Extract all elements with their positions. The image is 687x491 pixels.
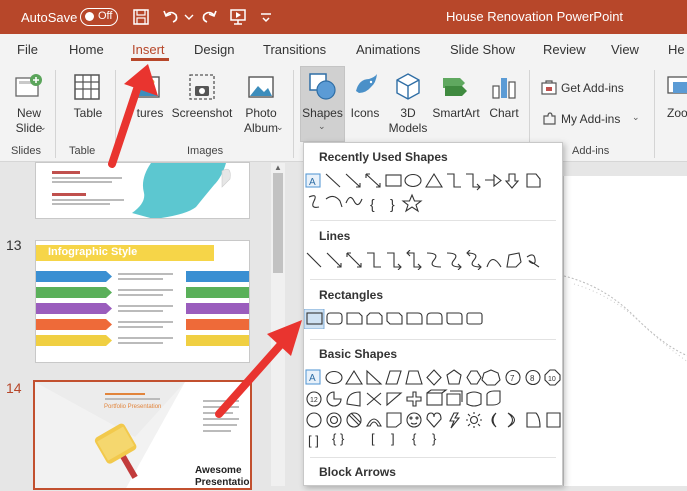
- toggle-knob: [85, 12, 94, 21]
- slide-thumbnail-content: [52, 163, 231, 218]
- group-slides-label: Slides: [11, 145, 41, 157]
- document-title: House Renovation PowerPoint: [446, 9, 624, 24]
- slide-number: 13: [6, 237, 22, 253]
- divider: [310, 457, 556, 458]
- divider: [310, 279, 556, 280]
- tab-design[interactable]: Design: [194, 42, 234, 57]
- redo-icon[interactable]: [199, 7, 219, 27]
- slide-caption: Awesome Presentation: [195, 465, 252, 488]
- section-recently-used: Recently Used Shapes: [319, 150, 448, 164]
- tab-file[interactable]: File: [17, 42, 38, 57]
- 3d-models-button[interactable]: 3D Models: [386, 106, 430, 136]
- tab-home[interactable]: Home: [69, 42, 104, 57]
- undo-icon[interactable]: [161, 7, 181, 27]
- slide-number: 14: [6, 380, 22, 396]
- left-bracket-shape[interactable]: [: [371, 431, 375, 446]
- lines-gallery[interactable]: [304, 250, 564, 270]
- scroll-up-icon[interactable]: ▲: [274, 163, 282, 172]
- chart-icon: [492, 78, 516, 99]
- tab-view[interactable]: View: [611, 42, 639, 57]
- new-slide-icon: [15, 74, 42, 97]
- shapes-icon: [309, 73, 336, 100]
- photo-album-chevron-icon[interactable]: ⌄: [276, 122, 284, 133]
- customize-toolbar-icon[interactable]: [256, 7, 276, 27]
- save-icon[interactable]: [131, 7, 151, 27]
- slide-thumbnail[interactable]: [35, 162, 250, 219]
- divider: [310, 220, 556, 221]
- divider: [55, 70, 56, 158]
- autosave-label: AutoSave: [21, 10, 78, 25]
- photo-album-icon: [248, 76, 274, 98]
- group-addins-label: Add-ins: [572, 145, 610, 157]
- group-images-label: Images: [187, 145, 224, 157]
- my-addins-chevron-icon[interactable]: ⌄: [632, 112, 640, 123]
- tab-animations[interactable]: Animations: [356, 42, 420, 57]
- slide-caption-line: Awesome: [195, 465, 242, 476]
- zoom-icon: [667, 76, 687, 94]
- svg-text:8: 8: [530, 374, 535, 383]
- screenshot-button[interactable]: Screenshot: [171, 106, 233, 121]
- slide-title: Infographic Style: [48, 246, 138, 258]
- section-rectangles: Rectangles: [319, 288, 384, 302]
- right-brace-shape[interactable]: }: [432, 431, 436, 446]
- screenshot-icon: [189, 74, 215, 100]
- smartart-button[interactable]: SmartArt: [430, 106, 482, 121]
- scrollbar-thumb[interactable]: [273, 173, 283, 273]
- divider: [293, 70, 294, 158]
- divider: [310, 339, 556, 340]
- tab-slide-show[interactable]: Slide Show: [450, 42, 515, 57]
- icons-button[interactable]: Icons: [346, 106, 384, 121]
- svg-text:[ ]: [ ]: [308, 433, 319, 448]
- presentation-icon[interactable]: [228, 7, 248, 27]
- tab-insert[interactable]: Insert: [132, 42, 165, 57]
- new-slide-chevron-icon[interactable]: ⌄: [39, 122, 47, 133]
- right-bracket-shape[interactable]: ]: [391, 431, 395, 446]
- my-addins-button[interactable]: My Add-ins: [561, 112, 620, 127]
- divider: [654, 70, 655, 158]
- brace-pair-shape[interactable]: { }: [332, 431, 344, 446]
- section-block-arrows: Block Arrows: [319, 465, 396, 479]
- rectangles-gallery[interactable]: [304, 309, 564, 329]
- chart-button[interactable]: Chart: [484, 106, 524, 121]
- tab-review[interactable]: Review: [543, 42, 586, 57]
- slide-subtitle: Portfolio Presentation: [104, 404, 162, 410]
- left-brace-shape[interactable]: {: [412, 431, 416, 446]
- svg-text:10: 10: [548, 376, 556, 383]
- canvas-decoration: [563, 275, 687, 362]
- recent-shapes-gallery[interactable]: A { }: [304, 171, 564, 217]
- toggle-state: Off: [98, 10, 113, 22]
- annotation-arrow-insert: [108, 64, 158, 168]
- svg-text:7: 7: [510, 374, 515, 383]
- 3d-models-icon: [396, 73, 420, 100]
- my-addins-icon: [543, 112, 556, 125]
- get-addins-icon: [541, 80, 557, 95]
- icons-icon: [356, 74, 377, 93]
- slide-canvas[interactable]: [563, 176, 687, 486]
- tab-help[interactable]: He: [668, 42, 685, 57]
- zoom-button[interactable]: Zoo: [667, 106, 687, 121]
- svg-text:A: A: [309, 177, 316, 188]
- shapes-button[interactable]: Shapes: [300, 106, 345, 121]
- get-addins-button[interactable]: Get Add-ins: [561, 81, 624, 96]
- section-lines: Lines: [319, 229, 351, 243]
- shapes-chevron-icon[interactable]: ⌄: [318, 121, 326, 132]
- tab-transitions[interactable]: Transitions: [263, 42, 326, 57]
- slide-caption-line: Presentation: [195, 477, 252, 488]
- smartart-icon: [443, 78, 467, 96]
- shapes-dropdown-menu: Recently Used Shapes A { } Lines Rectang…: [303, 142, 563, 486]
- autosave-toggle[interactable]: Off: [80, 8, 118, 26]
- undo-dropdown-icon[interactable]: [181, 7, 201, 27]
- svg-text:}: }: [390, 196, 395, 212]
- annotation-arrow-rectangles: [215, 320, 302, 418]
- section-basic-shapes: Basic Shapes: [319, 347, 398, 361]
- title-bar: AutoSave Off House Renovation PowerPoint: [0, 0, 687, 34]
- svg-text:{: {: [370, 196, 375, 212]
